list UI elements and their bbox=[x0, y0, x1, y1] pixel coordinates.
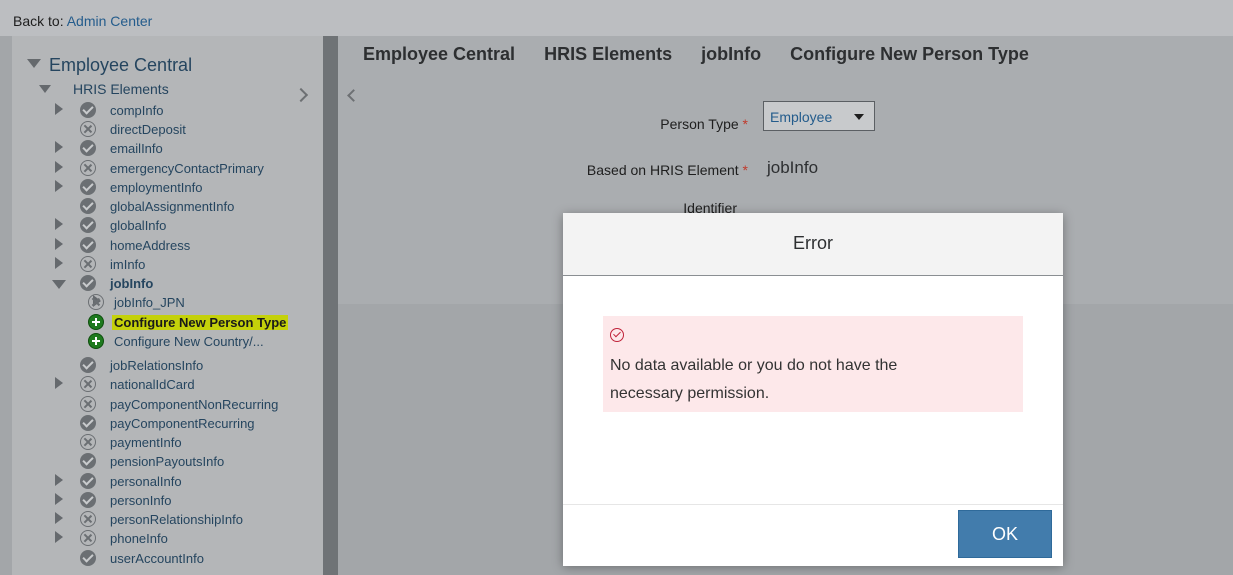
caret-down-icon bbox=[854, 114, 864, 120]
tree-item-label: emailInfo bbox=[110, 141, 163, 156]
tree-item-label: personalInfo bbox=[110, 474, 182, 489]
expand-triangle-icon[interactable] bbox=[55, 103, 63, 115]
check-circle-icon bbox=[80, 179, 96, 195]
error-message-text: No data available or you do not have the… bbox=[610, 357, 898, 402]
add-circle-icon bbox=[88, 314, 104, 330]
x-circle-icon bbox=[80, 396, 96, 412]
expand-triangle-icon[interactable] bbox=[55, 238, 63, 250]
expand-triangle-icon[interactable] bbox=[55, 141, 63, 153]
check-circle-icon bbox=[80, 473, 96, 489]
check-circle-icon bbox=[80, 415, 96, 431]
expand-triangle-icon[interactable] bbox=[55, 377, 63, 389]
expand-triangle-icon[interactable] bbox=[55, 218, 63, 230]
tree-item-label: payComponentNonRecurring bbox=[110, 397, 279, 412]
tree-item-label: nationalIdCard bbox=[110, 377, 195, 392]
add-circle-icon bbox=[88, 333, 104, 349]
based-on-label: Based on HRIS Element * bbox=[500, 162, 748, 178]
required-mark: * bbox=[742, 116, 748, 132]
check-circle-icon bbox=[80, 453, 96, 469]
breadcrumb-item[interactable]: Employee Central bbox=[363, 44, 515, 64]
x-circle-icon bbox=[80, 434, 96, 450]
expand-triangle-icon[interactable] bbox=[55, 531, 63, 543]
dialog-header: Error bbox=[563, 213, 1063, 276]
tree-item-label: directDeposit bbox=[110, 122, 186, 137]
tree-item-label: employmentInfo bbox=[110, 180, 203, 195]
required-mark: * bbox=[742, 162, 748, 178]
error-check-icon bbox=[610, 328, 624, 342]
breadcrumb-item[interactable]: HRIS Elements bbox=[544, 44, 672, 64]
x-circle-icon bbox=[80, 160, 96, 176]
tree-item-label: imInfo bbox=[110, 257, 146, 272]
check-circle-icon bbox=[80, 102, 96, 118]
tree-item-label: jobRelationsInfo bbox=[110, 358, 204, 373]
check-circle-icon bbox=[80, 237, 96, 253]
person-type-label: Person Type * bbox=[560, 116, 748, 132]
breadcrumb: Employee Central HRIS Elements jobInfo C… bbox=[363, 44, 1053, 65]
tree-subtitle[interactable]: HRIS Elements bbox=[73, 81, 169, 97]
top-bar: Back to: Admin Center bbox=[0, 0, 1233, 36]
tree-title[interactable]: Employee Central bbox=[49, 55, 192, 76]
tree-item-label: paymentInfo bbox=[110, 435, 182, 450]
expand-triangle-icon[interactable] bbox=[55, 493, 63, 505]
back-to: Back to: Admin Center bbox=[13, 13, 152, 29]
expand-triangle-icon[interactable] bbox=[55, 161, 63, 173]
tree-item-label: payComponentRecurring bbox=[110, 416, 255, 431]
tree-item-label: personRelationshipInfo bbox=[110, 512, 243, 527]
collapse-triangle-icon[interactable] bbox=[52, 280, 66, 289]
tree-item-label: homeAddress bbox=[110, 238, 191, 253]
breadcrumb-current: Configure New Person Type bbox=[790, 44, 1029, 64]
check-circle-icon bbox=[80, 357, 96, 373]
tree-item-label: compInfo bbox=[110, 103, 164, 118]
x-circle-icon bbox=[80, 256, 96, 272]
error-dialog: Error No data available or you do not ha… bbox=[563, 213, 1063, 566]
tree-item-label: userAccountInfo bbox=[110, 551, 204, 566]
x-circle-icon bbox=[80, 121, 96, 137]
admin-center-link[interactable]: Admin Center bbox=[67, 13, 153, 29]
based-on-label-text: Based on HRIS Element bbox=[586, 162, 739, 178]
tree-item-label: phoneInfo bbox=[110, 531, 168, 546]
check-circle-icon bbox=[80, 140, 96, 156]
breadcrumb-item[interactable]: jobInfo bbox=[701, 44, 761, 64]
collapse-triangle-icon[interactable] bbox=[39, 85, 51, 93]
tree-item-label: Configure New Country/... bbox=[114, 334, 264, 349]
tree-item-label: personInfo bbox=[110, 493, 172, 508]
tree-item-label: globalAssignmentInfo bbox=[110, 199, 235, 214]
check-circle-icon bbox=[80, 217, 96, 233]
ok-button[interactable]: OK bbox=[958, 510, 1052, 558]
tree-item-label: emergencyContactPrimary bbox=[110, 161, 264, 176]
tree-item-label: Configure New Person Type bbox=[112, 315, 289, 330]
dialog-title: Error bbox=[793, 233, 833, 253]
check-circle-icon bbox=[80, 550, 96, 566]
tree-item-label: globalInfo bbox=[110, 218, 167, 233]
expand-triangle-icon[interactable] bbox=[55, 257, 63, 269]
check-circle-icon bbox=[80, 198, 96, 214]
person-type-value: Employee bbox=[770, 109, 833, 125]
collapse-triangle-icon[interactable] bbox=[27, 59, 41, 68]
error-message-box: No data available or you do not have the… bbox=[603, 316, 1023, 412]
person-type-select[interactable]: Employee bbox=[763, 101, 875, 131]
dialog-footer: OK bbox=[563, 504, 1063, 566]
x-circle-icon bbox=[80, 530, 96, 546]
x-circle-icon bbox=[80, 376, 96, 392]
check-circle-icon bbox=[80, 275, 96, 291]
tree-item-label: jobInfo bbox=[110, 276, 154, 291]
sidebar-splitter[interactable] bbox=[323, 36, 338, 575]
check-circle-icon bbox=[80, 492, 96, 508]
expand-triangle-icon[interactable] bbox=[55, 474, 63, 486]
based-on-value: jobInfo bbox=[767, 158, 819, 177]
x-circle-icon bbox=[88, 294, 104, 310]
person-type-label-text: Person Type bbox=[660, 116, 739, 132]
expand-triangle-icon[interactable] bbox=[55, 512, 63, 524]
expand-triangle-icon[interactable] bbox=[55, 180, 63, 192]
back-to-label: Back to: bbox=[13, 13, 64, 29]
x-circle-icon bbox=[80, 511, 96, 527]
tree-item-label: pensionPayoutsInfo bbox=[110, 454, 225, 469]
tree-item-label: jobInfo_JPN bbox=[114, 295, 185, 310]
